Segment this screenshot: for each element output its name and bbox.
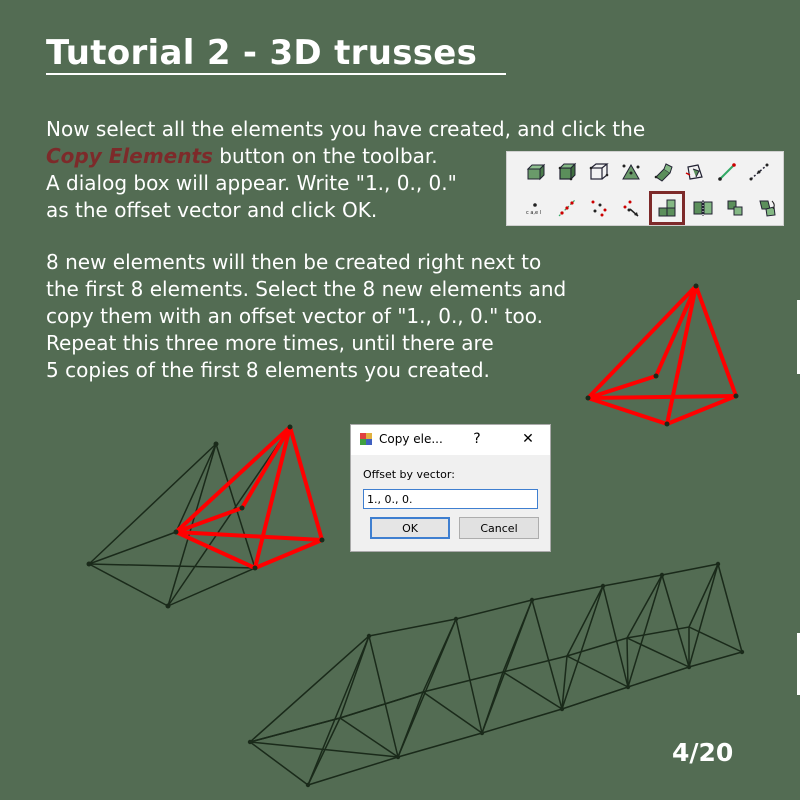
rotate-elements-icon[interactable] (753, 194, 781, 222)
dialog-titlebar[interactable]: Copy ele... ? ✕ (351, 425, 550, 455)
p2-line3: copy them with an offset vector of "1., … (46, 304, 543, 328)
toolbar-row-2: c a,e l (521, 191, 781, 225)
p1-line3: A dialog box will appear. Write "1., 0.,… (46, 171, 457, 195)
offset-vector-input[interactable] (363, 489, 538, 509)
node-triangle-icon[interactable] (617, 158, 645, 186)
p2-line5: 5 copies of the first 8 elements you cre… (46, 358, 490, 382)
dark-truss-chain (249, 563, 743, 786)
nodes-diagonal-icon[interactable] (553, 194, 581, 222)
toolbar: c a,e l (506, 151, 784, 226)
close-button[interactable]: ✕ (517, 429, 539, 449)
element-copy-wire-icon[interactable] (681, 158, 709, 186)
left-pyramid-nodes (86, 424, 325, 609)
nodes-arrow-icon[interactable] (617, 194, 645, 222)
move-elements-icon[interactable] (721, 194, 749, 222)
nodes-scatter-icon[interactable] (585, 194, 613, 222)
dark-truss-nodes (247, 561, 745, 788)
copy-elements-highlight: Copy Elements (46, 144, 213, 168)
p1-line4: as the offset vector and click OK. (46, 198, 378, 222)
red-pyramid-nodes (585, 283, 739, 427)
dark-pyramid-left (88, 426, 291, 607)
red-pyramid-left (174, 425, 324, 570)
copy-elements-icon[interactable] (649, 191, 685, 225)
line-dotted-icon[interactable] (745, 158, 773, 186)
p2-line1: 8 new elements will then be created righ… (46, 250, 542, 274)
svg-text:c a,e l: c a,e l (526, 210, 541, 216)
page-number: 4/20 (672, 738, 734, 767)
p1-line2: button on the toolbar. (212, 144, 438, 168)
p2-line2: the first 8 elements. Select the 8 new e… (46, 277, 567, 301)
help-button[interactable]: ? (466, 429, 488, 449)
mirror-elements-icon[interactable] (689, 194, 717, 222)
element-cube-icon[interactable] (553, 158, 581, 186)
red-pyramid-top-right (586, 284, 738, 426)
nodes-label-icon[interactable]: c a,e l (521, 194, 549, 222)
p1-line1: Now select all the elements you have cre… (46, 117, 646, 141)
element-extrude-icon[interactable] (649, 158, 677, 186)
cancel-button[interactable]: Cancel (459, 517, 539, 539)
line-diagonal-icon[interactable] (713, 158, 741, 186)
ok-button[interactable]: OK (370, 517, 450, 539)
app-icon (360, 433, 372, 445)
dialog-title: Copy ele... (379, 432, 443, 446)
mesh-block-icon[interactable] (521, 158, 549, 186)
instructions-paragraph-2: 8 new elements will then be created righ… (46, 249, 566, 384)
offset-vector-label: Offset by vector: (363, 468, 455, 481)
slide-title: Tutorial 2 - 3D trusses (46, 33, 506, 75)
p2-line4: Repeat this three more times, until ther… (46, 331, 494, 355)
toolbar-row-1 (521, 158, 773, 186)
copy-elements-dialog: Copy ele... ? ✕ Offset by vector: OK Can… (350, 424, 551, 552)
element-cube-wire-icon[interactable] (585, 158, 613, 186)
